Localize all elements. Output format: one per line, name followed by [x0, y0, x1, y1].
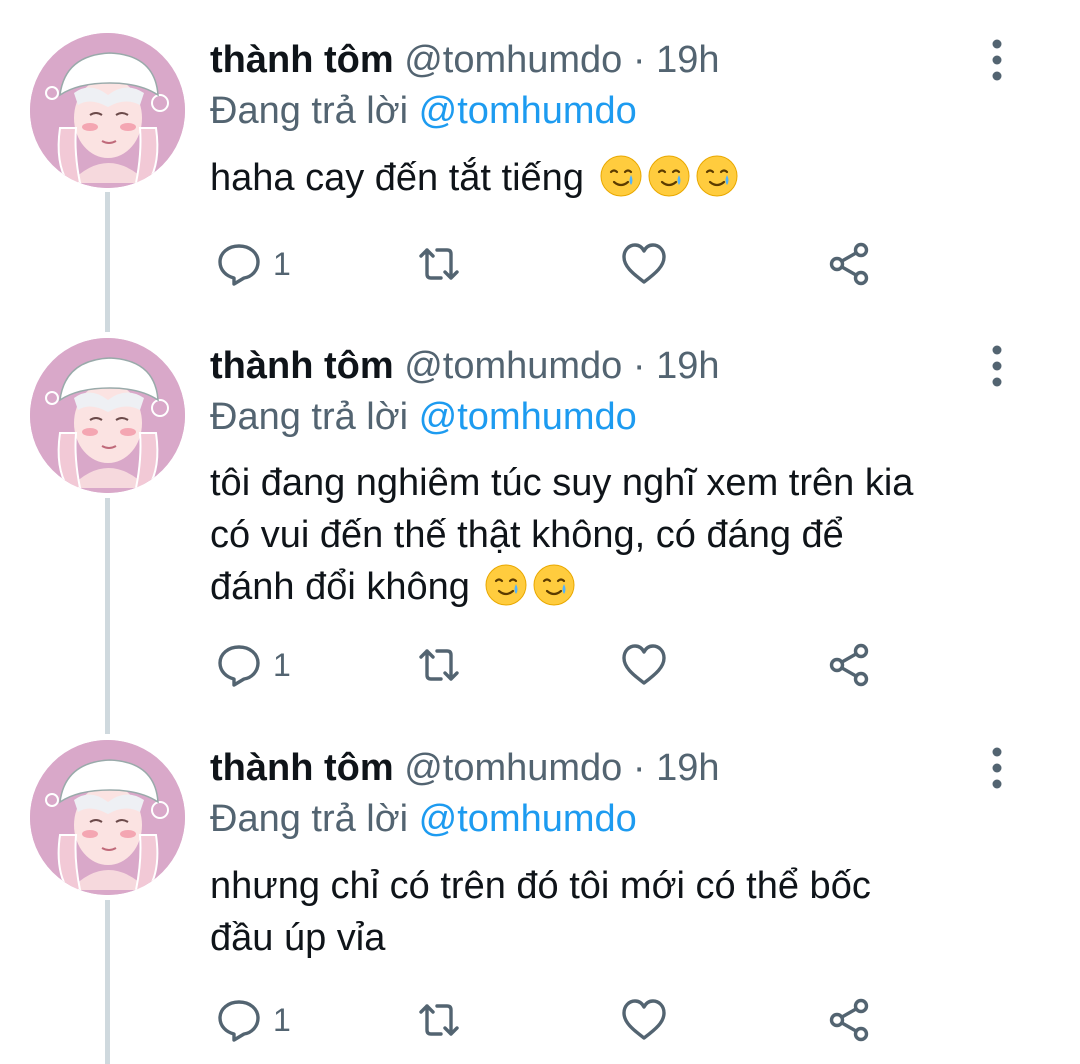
heart-icon — [620, 240, 668, 288]
author-name[interactable]: thành tôm — [210, 747, 394, 789]
tweet-header: thành tôm @tomhumdo · 19h — [210, 338, 720, 394]
like-button[interactable] — [620, 236, 668, 292]
face-holding-back-tears-emoji — [695, 154, 739, 198]
face-holding-back-tears-emoji — [532, 563, 576, 607]
author-handle[interactable]: @tomhumdo — [404, 345, 622, 387]
tweet-text: tôi đang nghiêm túc suy nghĩ xem trên ki… — [210, 457, 1030, 613]
tweet-header: thành tôm @tomhumdo · 19h — [210, 740, 720, 796]
tweet-text-line: nhưng chỉ có trên đó tôi mới có thể bốc — [210, 865, 871, 907]
mention-link[interactable]: @tomhumdo — [419, 90, 637, 132]
replying-to: Đang trả lời @tomhumdo — [210, 83, 637, 139]
mention-link[interactable]: @tomhumdo — [419, 798, 637, 840]
tweet-text-line: có vui đến thế thật không, có đáng để — [210, 514, 844, 556]
comment-icon — [215, 240, 263, 288]
share-button[interactable] — [825, 637, 873, 693]
author-handle[interactable]: @tomhumdo — [404, 39, 622, 81]
action-bar: 1 — [210, 637, 890, 693]
share-icon — [825, 240, 873, 288]
reply-count: 1 — [273, 1001, 291, 1038]
face-holding-back-tears-emoji — [484, 563, 528, 607]
more-vertical-icon[interactable] — [982, 746, 1012, 790]
avatar[interactable] — [30, 33, 185, 188]
tweet-text-line: đánh đổi không — [210, 566, 470, 608]
tweet[interactable]: thành tôm @tomhumdo · 19h Đang trả lời @… — [0, 0, 1080, 330]
share-icon — [825, 996, 873, 1044]
like-button[interactable] — [620, 637, 668, 693]
replying-to-label: Đang trả lời — [210, 396, 409, 438]
timestamp[interactable]: 19h — [656, 345, 719, 387]
heart-icon — [620, 641, 668, 689]
retweet-button[interactable] — [415, 236, 463, 292]
more-vertical-icon[interactable] — [982, 38, 1012, 82]
replying-to: Đang trả lời @tomhumdo — [210, 791, 637, 847]
author-handle[interactable]: @tomhumdo — [404, 747, 622, 789]
avatar[interactable] — [30, 740, 185, 895]
face-holding-back-tears-emoji — [647, 154, 691, 198]
more-vertical-icon[interactable] — [982, 344, 1012, 388]
author-name[interactable]: thành tôm — [210, 345, 394, 387]
share-button[interactable] — [825, 236, 873, 292]
replying-to: Đang trả lời @tomhumdo — [210, 389, 637, 445]
separator-dot: · — [632, 345, 646, 387]
comment-icon — [215, 996, 263, 1044]
action-bar: 1 — [210, 992, 890, 1048]
share-button[interactable] — [825, 992, 873, 1048]
face-holding-back-tears-emoji — [599, 154, 643, 198]
tweet[interactable]: thành tôm @tomhumdo · 19h Đang trả lời @… — [0, 335, 1080, 735]
retweet-button[interactable] — [415, 637, 463, 693]
reply-button[interactable]: 1 — [215, 637, 291, 693]
mention-link[interactable]: @tomhumdo — [419, 396, 637, 438]
replying-to-label: Đang trả lời — [210, 90, 409, 132]
reply-button[interactable]: 1 — [215, 236, 291, 292]
tweet-header: thành tôm @tomhumdo · 19h — [210, 32, 720, 88]
retweet-button[interactable] — [415, 992, 463, 1048]
author-name[interactable]: thành tôm — [210, 39, 394, 81]
separator-dot: · — [632, 39, 646, 81]
heart-icon — [620, 996, 668, 1044]
tweet-text-line: haha cay đến tắt tiếng — [210, 157, 584, 199]
reply-count: 1 — [273, 646, 291, 683]
tweet-text: nhưng chỉ có trên đó tôi mới có thể bốc … — [210, 860, 1030, 964]
like-button[interactable] — [620, 992, 668, 1048]
replying-to-label: Đang trả lời — [210, 798, 409, 840]
retweet-icon — [415, 641, 463, 689]
action-bar: 1 — [210, 236, 890, 292]
avatar[interactable] — [30, 338, 185, 493]
reply-button[interactable]: 1 — [215, 992, 291, 1048]
share-icon — [825, 641, 873, 689]
retweet-icon — [415, 240, 463, 288]
tweet-text-line: đầu úp vỉa — [210, 917, 386, 959]
comment-icon — [215, 641, 263, 689]
tweet-text: haha cay đến tắt tiếng — [210, 152, 1030, 204]
timestamp[interactable]: 19h — [656, 39, 719, 81]
separator-dot: · — [632, 747, 646, 789]
retweet-icon — [415, 996, 463, 1044]
tweet[interactable]: thành tôm @tomhumdo · 19h Đang trả lời @… — [0, 738, 1080, 1064]
tweet-text-line: tôi đang nghiêm túc suy nghĩ xem trên ki… — [210, 462, 914, 504]
timestamp[interactable]: 19h — [656, 747, 719, 789]
reply-count: 1 — [273, 245, 291, 282]
